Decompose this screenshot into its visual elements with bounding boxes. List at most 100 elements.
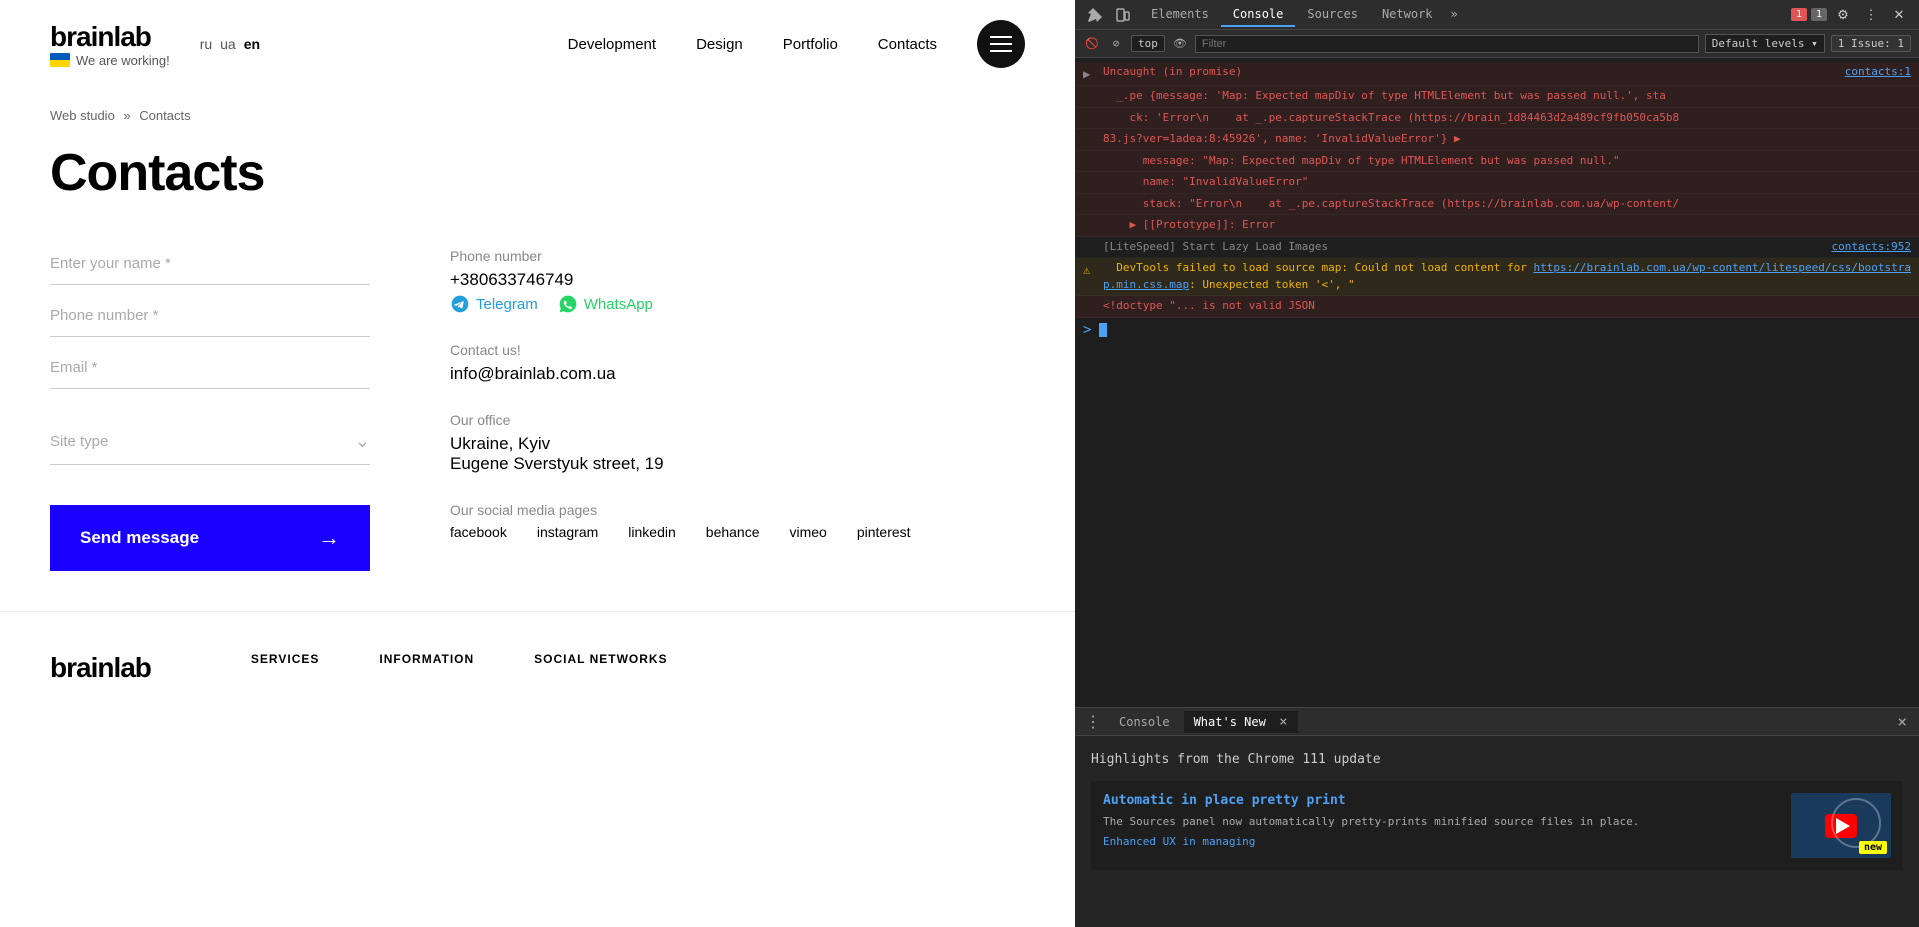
- send-message-button[interactable]: Send message →: [50, 505, 370, 571]
- email-value: info@brainlab.com.ua: [450, 364, 1025, 384]
- nav-development[interactable]: Development: [568, 36, 656, 53]
- more-tabs-button[interactable]: »: [1445, 3, 1464, 27]
- close-devtools-button[interactable]: ✕: [1887, 3, 1911, 27]
- social-pinterest[interactable]: pinterest: [857, 524, 911, 540]
- nav-contacts[interactable]: Contacts: [878, 36, 937, 53]
- footer-information: INFORMATION: [379, 652, 474, 684]
- devtools-gear-area: 1 1 ⚙ ⋮ ✕: [1791, 3, 1911, 27]
- social-facebook[interactable]: facebook: [450, 524, 507, 540]
- inspect-element-button[interactable]: [1083, 3, 1107, 27]
- bottom-panel-tabs: ⋮ Console What's New × ×: [1075, 708, 1919, 736]
- whatsapp-link[interactable]: WhatsApp: [558, 294, 653, 314]
- new-badge: new: [1859, 841, 1887, 854]
- console-source-1[interactable]: contacts:1: [1845, 64, 1911, 81]
- header: brainlab We are working! ru ua en Develo…: [0, 0, 1075, 88]
- office-label: Our office: [450, 412, 1025, 428]
- lang-ua[interactable]: ua: [220, 36, 236, 52]
- update-card-more-link[interactable]: Enhanced UX in managing: [1103, 835, 1777, 848]
- phone-value: +380633746749: [450, 270, 1025, 290]
- console-error-9: <!doctype "... is not valid JSON: [1075, 296, 1919, 318]
- bottom-tab-console[interactable]: Console: [1109, 712, 1180, 732]
- breadcrumb-current: Contacts: [139, 108, 190, 123]
- devtools-secondary-bar: 🚫 ⊘ top 👁 Default levels ▾ 1 Issue: 1: [1075, 30, 1919, 58]
- social-vimeo[interactable]: vimeo: [790, 524, 827, 540]
- telegram-link[interactable]: Telegram: [450, 294, 538, 314]
- update-card-title[interactable]: Automatic in place pretty print: [1103, 793, 1777, 808]
- menu-line-3: [990, 50, 1012, 52]
- devtools-toolbar: Elements Console Sources Network » 1 1 ⚙…: [1075, 0, 1919, 30]
- console-warning-text-1: DevTools failed to load source map: Coul…: [1103, 260, 1911, 293]
- email-field-group: [50, 347, 370, 389]
- email-section: Contact us! info@brainlab.com.ua: [450, 342, 1025, 384]
- name-field-group: [50, 243, 370, 285]
- tab-elements[interactable]: Elements: [1139, 3, 1221, 27]
- site-type-dropdown[interactable]: Site type ⌄: [50, 419, 370, 465]
- console-warning-1: ⚠ DevTools failed to load source map: Co…: [1075, 258, 1919, 296]
- tagline: We are working!: [76, 53, 170, 68]
- footer-logo: brainlab: [50, 652, 151, 684]
- filter-icon[interactable]: ⊘: [1107, 35, 1125, 53]
- contacts-layout: Site type ⌄ Send message → Phone number …: [50, 243, 1025, 571]
- nav-portfolio[interactable]: Portfolio: [783, 36, 838, 53]
- console-error-text-6: name: "InvalidValueError": [1103, 174, 1911, 191]
- update-card-desc: The Sources panel now automatically pret…: [1103, 814, 1777, 831]
- devtools-tabs: Elements Console Sources Network »: [1139, 3, 1464, 27]
- console-info-text-1: [LiteSpeed] Start Lazy Load Images: [1103, 239, 1824, 256]
- tab-network[interactable]: Network: [1370, 3, 1445, 27]
- hamburger-button[interactable]: [977, 20, 1025, 68]
- ukraine-flag-icon: [50, 53, 70, 67]
- console-filter-input[interactable]: [1195, 35, 1699, 53]
- more-options-button[interactable]: ⋮: [1859, 3, 1883, 27]
- name-input[interactable]: [50, 243, 370, 285]
- phone-input[interactable]: [50, 295, 370, 337]
- arrow-right-icon: →: [318, 525, 340, 551]
- email-input[interactable]: [50, 347, 370, 389]
- messaging-links: Telegram WhatsApp: [450, 294, 1025, 314]
- expand-icon[interactable]: ▶: [1083, 65, 1099, 83]
- breadcrumb-home[interactable]: Web studio: [50, 108, 115, 123]
- log-level-dropdown[interactable]: Default levels ▾: [1705, 34, 1825, 53]
- social-links: facebook instagram linkedin behance vime…: [450, 524, 1025, 540]
- console-error-1: ▶ Uncaught (in promise) contacts:1: [1075, 62, 1919, 86]
- error-count-badge: 1: [1791, 8, 1807, 21]
- clear-console-icon[interactable]: 🚫: [1083, 35, 1101, 53]
- source-map-link[interactable]: https://brainlab.com.ua/wp-content/lites…: [1103, 261, 1911, 291]
- logo[interactable]: brainlab: [50, 21, 170, 53]
- address-value: Eugene Sverstyuk street, 19: [450, 454, 1025, 474]
- update-card-thumbnail: new: [1791, 793, 1891, 858]
- warning-icon: ⚠: [1083, 261, 1099, 279]
- bottom-tab-whats-new[interactable]: What's New ×: [1184, 711, 1298, 733]
- context-selector[interactable]: top: [1131, 35, 1165, 52]
- bottom-panel-close-button[interactable]: ×: [1891, 712, 1913, 731]
- footer-info-heading: INFORMATION: [379, 652, 474, 666]
- page-title: Contacts: [50, 143, 1025, 203]
- tab-console[interactable]: Console: [1221, 3, 1296, 27]
- social-instagram[interactable]: instagram: [537, 524, 598, 540]
- devtools-panel: Elements Console Sources Network » 1 1 ⚙…: [1075, 0, 1919, 927]
- console-source-2[interactable]: contacts:952: [1832, 239, 1911, 256]
- console-output: ▶ Uncaught (in promise) contacts:1 _.pe …: [1075, 58, 1919, 707]
- lang-ru[interactable]: ru: [200, 36, 212, 52]
- devtools-bottom-panel: ⋮ Console What's New × × Highlights from…: [1075, 707, 1919, 927]
- social-behance[interactable]: behance: [706, 524, 760, 540]
- eye-icon[interactable]: 👁: [1171, 35, 1189, 53]
- menu-line-1: [990, 36, 1012, 38]
- social-linkedin[interactable]: linkedin: [628, 524, 675, 540]
- telegram-icon: [450, 294, 470, 314]
- console-error-text-3: ck: 'Error\n at _.pe.captureStackTrace (…: [1103, 110, 1911, 127]
- device-toggle-button[interactable]: [1111, 3, 1135, 27]
- nav-design[interactable]: Design: [696, 36, 743, 53]
- console-error-text-8: ▶ [[Prototype]]: Error: [1103, 217, 1911, 234]
- whatsapp-label: WhatsApp: [584, 296, 653, 313]
- logo-area: brainlab We are working!: [50, 21, 170, 68]
- lang-en[interactable]: en: [244, 36, 260, 52]
- bottom-kebab-button[interactable]: ⋮: [1081, 712, 1105, 731]
- location-value: Ukraine, Kyiv: [450, 434, 1025, 454]
- footer-social-heading: SOCIAL NETWORKS: [534, 652, 667, 666]
- console-error-4: 83.js?ver=1adea:8:45926', name: 'Invalid…: [1075, 129, 1919, 151]
- footer-services: SERVICES: [251, 652, 319, 684]
- whats-new-close-icon[interactable]: ×: [1279, 714, 1287, 730]
- console-cursor[interactable]: [1099, 323, 1107, 337]
- tab-sources[interactable]: Sources: [1295, 3, 1370, 27]
- settings-button[interactable]: ⚙: [1831, 3, 1855, 27]
